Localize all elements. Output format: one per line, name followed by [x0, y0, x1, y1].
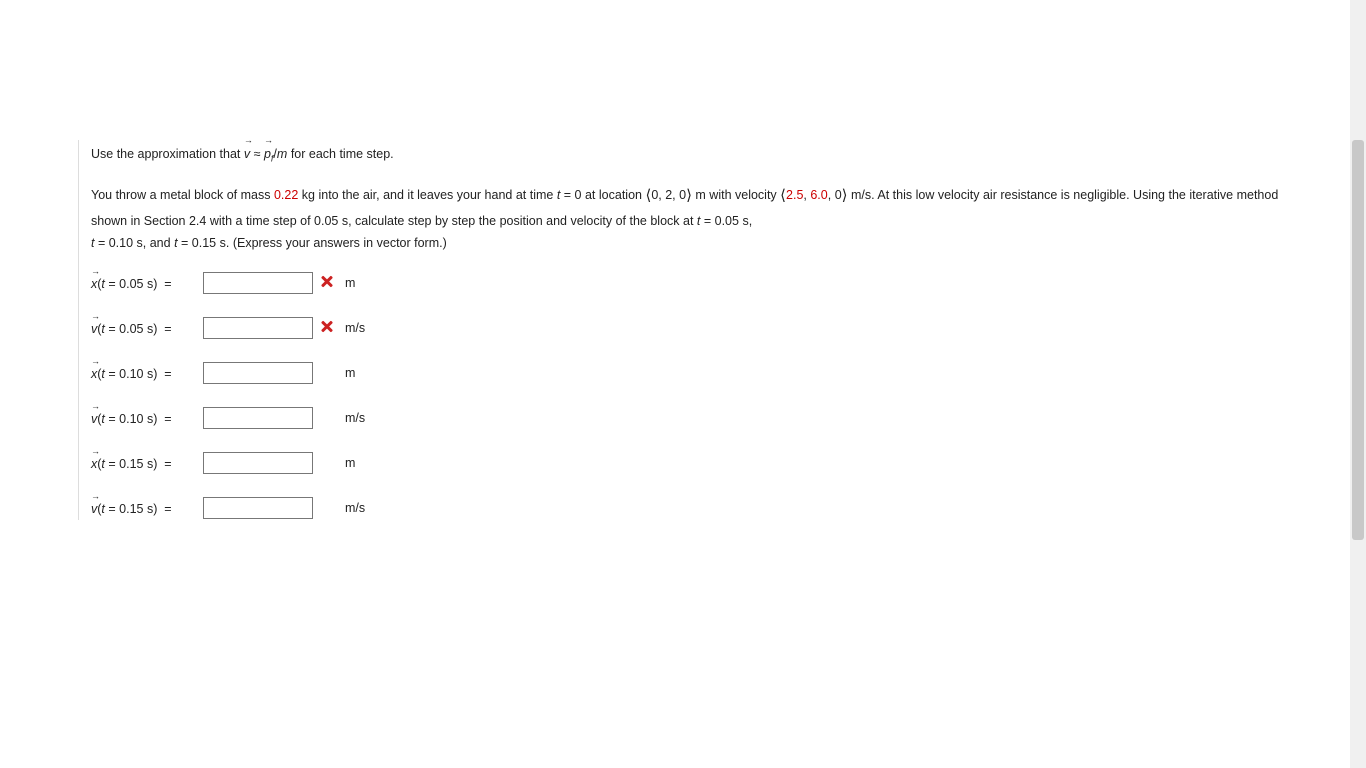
mark-cell: [313, 319, 341, 336]
answer-row-x-0.10: x(t = 0.10 s) = m: [91, 361, 1301, 385]
answer-input-v-0.15[interactable]: [203, 497, 313, 519]
text: kg into the air, and it leaves your hand…: [302, 188, 557, 202]
t2: = 0.10 s, and: [94, 236, 174, 250]
answer-input-x-0.05[interactable]: [203, 272, 313, 294]
t3: = 0.15 s.: [178, 236, 230, 250]
answer-rows: x(t = 0.05 s) = m v(t = 0.05 s) = m/s x(t = …: [91, 271, 1301, 520]
row-label: x(t = 0.10 s) =: [91, 364, 203, 381]
answer-input-x-0.15[interactable]: [203, 452, 313, 474]
comma: ,: [828, 188, 835, 202]
text: for each time step.: [291, 147, 394, 161]
vector-v: v: [91, 409, 97, 426]
answer-input-v-0.10[interactable]: [203, 407, 313, 429]
text: at location: [585, 188, 645, 202]
row-label: v(t = 0.10 s) =: [91, 409, 203, 426]
problem-statement: You throw a metal block of mass 0.22 kg …: [91, 183, 1301, 255]
subscript-f: f: [271, 154, 274, 164]
answer-row-v-0.15: v(t = 0.15 s) = m/s: [91, 496, 1301, 520]
vector-v: v: [91, 319, 97, 336]
t1: = 0.05 s,: [700, 214, 752, 228]
incorrect-icon: [320, 274, 334, 288]
row-label: x(t = 0.05 s) =: [91, 274, 203, 291]
scrollbar-vertical[interactable]: [1350, 0, 1366, 768]
vx: 2.5: [786, 188, 803, 202]
rangle: ⟩: [686, 188, 692, 204]
unit-label: m/s: [341, 501, 365, 515]
question-content: Use the approximation that v ≈ pf/m for …: [78, 140, 1301, 520]
mark-cell: [313, 274, 341, 291]
unit-label: m: [341, 366, 355, 380]
vector-p: p: [264, 140, 271, 166]
express-hint: (Express your answers in vector form.): [233, 236, 447, 250]
unit-label: m: [341, 456, 355, 470]
var-m: m: [277, 147, 287, 161]
answer-row-x-0.05: x(t = 0.05 s) = m: [91, 271, 1301, 295]
rangle: ⟩: [842, 188, 848, 204]
vector-x: x: [91, 364, 97, 381]
unit-label: m/s: [341, 411, 365, 425]
location-vector: 0, 2, 0: [651, 188, 686, 202]
answer-row-v-0.10: v(t = 0.10 s) = m/s: [91, 406, 1301, 430]
vector-v: v: [244, 140, 250, 166]
scrollbar-thumb[interactable]: [1352, 140, 1364, 540]
text: You throw a metal block of mass: [91, 188, 274, 202]
answer-input-v-0.05[interactable]: [203, 317, 313, 339]
row-label: v(t = 0.05 s) =: [91, 319, 203, 336]
text: Use the approximation that: [91, 147, 244, 161]
answer-row-v-0.05: v(t = 0.05 s) = m/s: [91, 316, 1301, 340]
vector-v: v: [91, 499, 97, 516]
approx-sign: ≈: [254, 147, 264, 161]
row-label: x(t = 0.15 s) =: [91, 454, 203, 471]
vector-x: x: [91, 454, 97, 471]
vector-x: x: [91, 274, 97, 291]
unit-label: m: [341, 276, 355, 290]
answer-row-x-0.15: x(t = 0.15 s) = m: [91, 451, 1301, 475]
vz: 0: [835, 188, 842, 202]
unit-label: m/s: [341, 321, 365, 335]
answer-input-x-0.10[interactable]: [203, 362, 313, 384]
row-label: v(t = 0.15 s) =: [91, 499, 203, 516]
approximation-line: Use the approximation that v ≈ pf/m for …: [91, 140, 1301, 167]
mass-value: 0.22: [274, 188, 298, 202]
text: = 0: [560, 188, 581, 202]
text: m with velocity: [695, 188, 780, 202]
incorrect-icon: [320, 319, 334, 333]
vy: 6.0: [810, 188, 827, 202]
